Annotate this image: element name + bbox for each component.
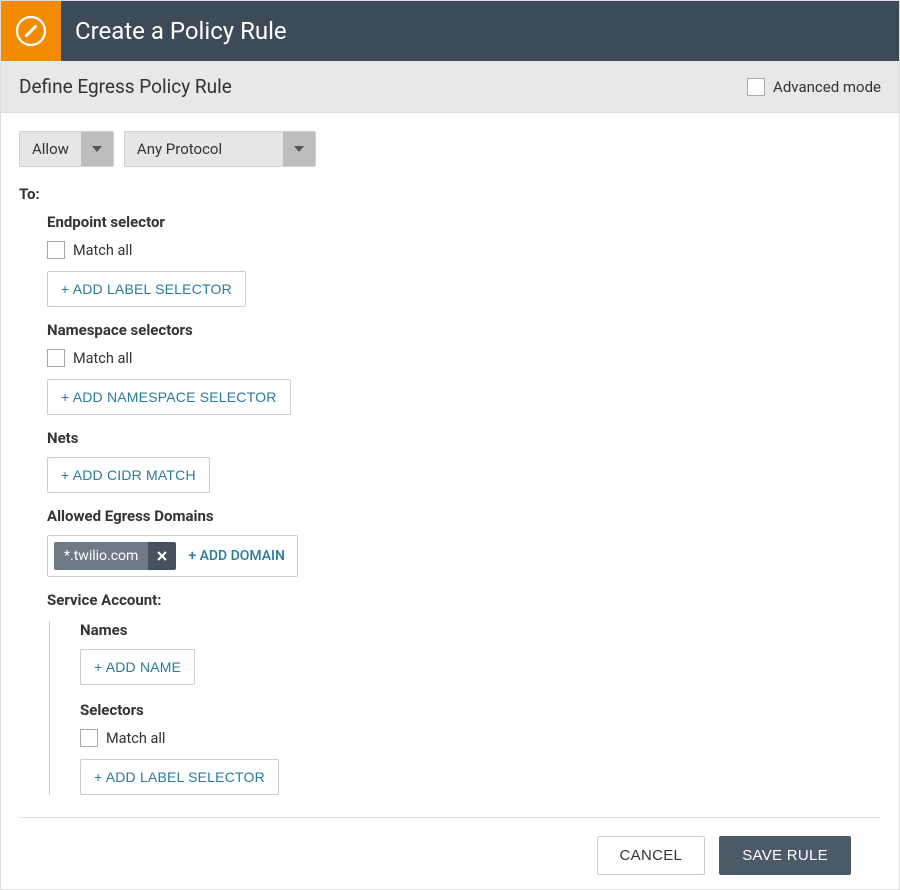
add-name-button[interactable]: + ADD NAME [80, 649, 195, 685]
endpoint-match-all-checkbox[interactable] [47, 241, 65, 259]
add-label-selector-button[interactable]: + ADD LABEL SELECTOR [47, 271, 246, 307]
modal-header: Create a Policy Rule [1, 1, 899, 61]
namespace-match-all-checkbox[interactable] [47, 349, 65, 367]
add-cidr-match-button[interactable]: + ADD CIDR MATCH [47, 457, 210, 493]
compass-icon [1, 1, 61, 61]
subheader-title: Define Egress Policy Rule [19, 75, 232, 98]
endpoint-match-all-label: Match all [73, 242, 132, 259]
modal-subheader: Define Egress Policy Rule Advanced mode [1, 61, 899, 113]
advanced-mode-toggle[interactable]: Advanced mode [747, 78, 881, 96]
protocol-select-value: Any Protocol [125, 132, 283, 166]
to-label: To: [19, 185, 881, 203]
rule-top-row: Allow Any Protocol [19, 131, 881, 167]
svc-match-all-label: Match all [106, 730, 165, 747]
svc-add-label-selector-button[interactable]: + ADD LABEL SELECTOR [80, 759, 279, 795]
svc-selectors-title: Selectors [80, 701, 881, 719]
save-rule-button[interactable]: SAVE RULE [719, 836, 851, 875]
modal-footer: CANCEL SAVE RULE [19, 817, 881, 889]
svc-names-title: Names [80, 621, 881, 639]
nets-title: Nets [47, 429, 881, 447]
namespace-selectors-title: Namespace selectors [47, 321, 881, 339]
to-section: Endpoint selector Match all + ADD LABEL … [19, 213, 881, 795]
action-select-value: Allow [20, 132, 81, 166]
service-account-title: Service Account: [47, 591, 881, 609]
allowed-egress-domains-title: Allowed Egress Domains [47, 507, 881, 525]
add-namespace-selector-button[interactable]: + ADD NAMESPACE SELECTOR [47, 379, 291, 415]
domain-chip-remove-icon[interactable] [148, 542, 176, 570]
svc-match-all-checkbox[interactable] [80, 729, 98, 747]
modal-body: Allow Any Protocol To: Endpoint selector… [1, 113, 899, 889]
domain-chip: *.twilio.com [54, 542, 176, 570]
add-domain-button[interactable]: + ADD DOMAIN [182, 548, 291, 564]
endpoint-selector-title: Endpoint selector [47, 213, 881, 231]
advanced-mode-checkbox[interactable] [747, 78, 765, 96]
svc-match-all[interactable]: Match all [80, 729, 881, 747]
action-select[interactable]: Allow [19, 131, 114, 167]
advanced-mode-label: Advanced mode [773, 78, 881, 96]
protocol-select[interactable]: Any Protocol [124, 131, 316, 167]
cancel-button[interactable]: CANCEL [597, 836, 706, 875]
create-policy-rule-modal: Create a Policy Rule Define Egress Polic… [0, 0, 900, 890]
namespace-match-all-label: Match all [73, 350, 132, 367]
namespace-match-all[interactable]: Match all [47, 349, 881, 367]
chevron-down-icon [81, 132, 113, 166]
modal-title: Create a Policy Rule [61, 1, 287, 61]
endpoint-match-all[interactable]: Match all [47, 241, 881, 259]
domain-chip-text: *.twilio.com [54, 542, 148, 570]
chevron-down-icon [283, 132, 315, 166]
service-account-section: Names + ADD NAME Selectors Match all + A… [49, 621, 881, 795]
domains-input[interactable]: *.twilio.com + ADD DOMAIN [47, 535, 298, 577]
